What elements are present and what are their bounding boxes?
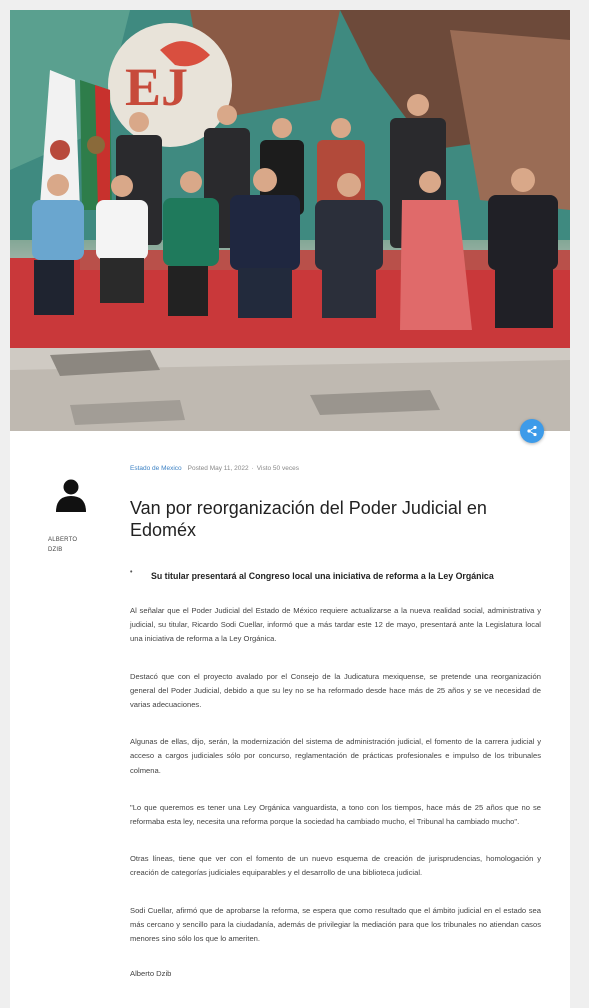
author-name[interactable]: ALBERTO DZIB: [48, 535, 88, 555]
article-meta: Estado de Mexico Posted May 11, 2022 · Vist…: [130, 465, 299, 472]
article-lead: Su titular presentará al Congreso local …: [130, 569, 541, 581]
paragraph: Algunas de ellas, dijo, serán, la modern…: [130, 737, 541, 775]
quote-paragraph: "Lo que queremos es tener una Ley Orgáni…: [130, 802, 541, 827]
paragraph: Otras líneas, tiene que ver con el fomen…: [130, 854, 541, 878]
view-count: Visto 50 veces: [256, 465, 299, 472]
category-link[interactable]: Estado de Mexico: [130, 465, 182, 472]
paragraph: Sodi Cuellar, afirmó que de aprobarse la…: [130, 905, 541, 944]
article-card: EJ ALBERTO DZIB Estado de Mexico Posted …: [10, 10, 570, 1008]
share-button[interactable]: [520, 419, 544, 443]
hero-photo: EJ: [10, 10, 570, 431]
article-signature: Alberto Dzib: [130, 969, 172, 979]
paragraph: Destacó que con el proyecto avalado por …: [130, 671, 541, 710]
hero-photo-illustration: EJ: [10, 10, 570, 431]
paragraph: Al señalar que el Poder Judicial del Est…: [130, 606, 541, 644]
article-title: Van por reorganización del Poder Judicia…: [130, 498, 487, 540]
svg-text:EJ: EJ: [125, 57, 188, 117]
user-silhouette-icon: [56, 479, 86, 512]
article-body: Estado de Mexico Posted May 11, 2022 · Vist…: [130, 465, 541, 978]
posted-date: Posted May 11, 2022: [187, 465, 249, 472]
author-block: ALBERTO DZIB: [48, 476, 108, 555]
share-icon: [527, 425, 537, 437]
